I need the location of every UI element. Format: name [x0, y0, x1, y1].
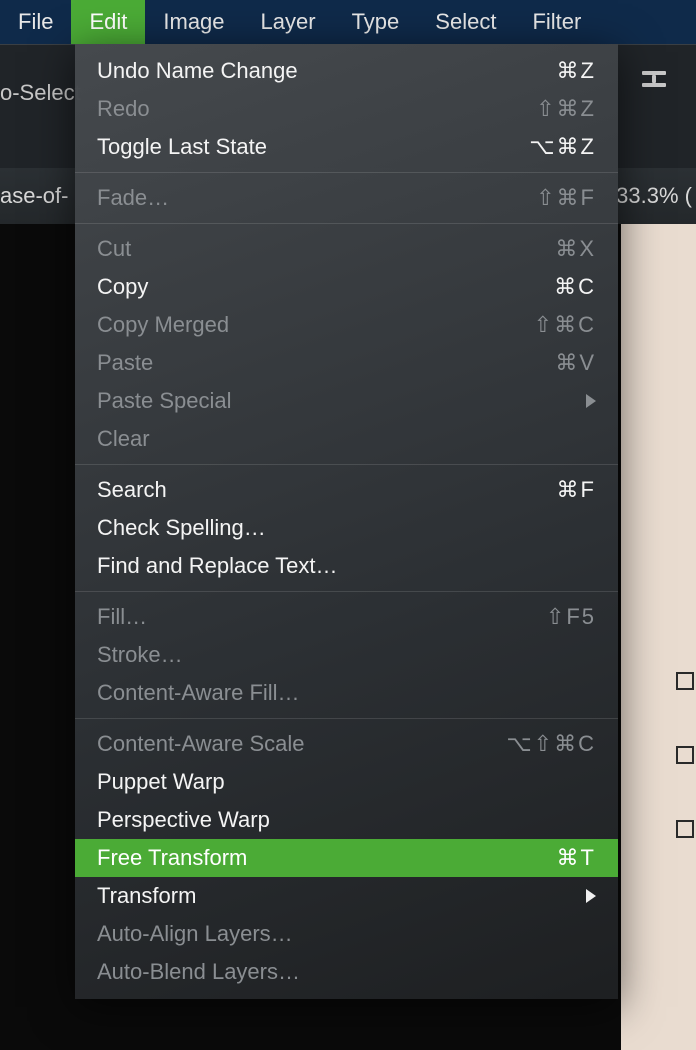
menu-item-fill: Fill…⇧F5 — [75, 598, 618, 636]
menubar: FileEditImageLayerTypeSelectFilter — [0, 0, 696, 44]
menu-item-paste-special: Paste Special — [75, 382, 618, 420]
menu-item-perspective-warp[interactable]: Perspective Warp — [75, 801, 618, 839]
menu-item-shortcut: ⌥⇧⌘C — [506, 731, 596, 757]
menu-item-free-transform[interactable]: Free Transform⌘T — [75, 839, 618, 877]
menu-item-shortcut: ⌘F — [557, 477, 596, 503]
menu-item-label: Puppet Warp — [97, 769, 596, 795]
menu-filter[interactable]: Filter — [514, 0, 599, 44]
menu-separator — [75, 223, 618, 224]
menu-item-clear: Clear — [75, 420, 618, 458]
menu-image[interactable]: Image — [145, 0, 242, 44]
menu-separator — [75, 718, 618, 719]
menu-item-shortcut: ⌘C — [554, 274, 596, 300]
menu-item-label: Content-Aware Scale — [97, 731, 506, 757]
menu-item-shortcut: ⌘T — [557, 845, 596, 871]
menu-layer[interactable]: Layer — [243, 0, 334, 44]
menu-item-label: Toggle Last State — [97, 134, 529, 160]
menu-item-label: Perspective Warp — [97, 807, 596, 833]
canvas-document[interactable] — [621, 224, 696, 1050]
menu-item-label: Check Spelling… — [97, 515, 596, 541]
menu-item-label: Clear — [97, 426, 596, 452]
menu-item-redo: Redo⇧⌘Z — [75, 90, 618, 128]
menu-item-transform[interactable]: Transform — [75, 877, 618, 915]
menu-item-cut: Cut⌘X — [75, 230, 618, 268]
menu-item-label: Search — [97, 477, 557, 503]
menu-item-shortcut: ⌘V — [555, 350, 596, 376]
panel-checkbox[interactable] — [676, 672, 694, 690]
menu-type[interactable]: Type — [334, 0, 418, 44]
menu-item-label: Copy — [97, 274, 554, 300]
menu-item-shortcut: ⇧⌘C — [534, 312, 596, 338]
menu-item-label: Fade… — [97, 185, 536, 211]
document-tab-filename[interactable]: ase-of- — [0, 168, 68, 224]
menu-item-stroke: Stroke… — [75, 636, 618, 674]
menu-edit[interactable]: Edit — [71, 0, 145, 44]
menu-item-shortcut: ⇧F5 — [546, 604, 596, 630]
menu-separator — [75, 464, 618, 465]
menu-file[interactable]: File — [0, 0, 71, 44]
menu-item-label: Paste Special — [97, 388, 586, 414]
submenu-arrow-icon — [586, 889, 596, 903]
menu-item-check-spelling[interactable]: Check Spelling… — [75, 509, 618, 547]
menu-item-label: Undo Name Change — [97, 58, 557, 84]
menu-item-copy-merged: Copy Merged⇧⌘C — [75, 306, 618, 344]
menu-item-shortcut: ⌘Z — [557, 58, 596, 84]
menu-item-label: Fill… — [97, 604, 546, 630]
menu-item-fade: Fade…⇧⌘F — [75, 179, 618, 217]
menu-item-label: Cut — [97, 236, 555, 262]
edit-menu-dropdown: Undo Name Change⌘ZRedo⇧⌘ZToggle Last Sta… — [75, 44, 618, 999]
submenu-arrow-icon — [586, 394, 596, 408]
menu-item-copy[interactable]: Copy⌘C — [75, 268, 618, 306]
menu-item-undo-name-change[interactable]: Undo Name Change⌘Z — [75, 52, 618, 90]
menu-item-label: Find and Replace Text… — [97, 553, 596, 579]
menu-item-auto-align-layers: Auto-Align Layers… — [75, 915, 618, 953]
menu-item-shortcut: ⌘X — [555, 236, 596, 262]
menu-item-toggle-last-state[interactable]: Toggle Last State⌥⌘Z — [75, 128, 618, 166]
menu-item-label: Transform — [97, 883, 586, 909]
menu-item-auto-blend-layers: Auto-Blend Layers… — [75, 953, 618, 991]
menu-item-label: Auto-Align Layers… — [97, 921, 596, 947]
menu-item-content-aware-scale: Content-Aware Scale⌥⇧⌘C — [75, 725, 618, 763]
menu-item-paste: Paste⌘V — [75, 344, 618, 382]
menu-separator — [75, 591, 618, 592]
menu-item-content-aware-fill: Content-Aware Fill… — [75, 674, 618, 712]
menu-item-search[interactable]: Search⌘F — [75, 471, 618, 509]
menu-item-label: Copy Merged — [97, 312, 534, 338]
menu-separator — [75, 172, 618, 173]
menu-item-label: Free Transform — [97, 845, 557, 871]
panel-checkbox[interactable] — [676, 820, 694, 838]
menu-select[interactable]: Select — [417, 0, 514, 44]
menu-item-label: Auto-Blend Layers… — [97, 959, 596, 985]
document-tab-zoom: 33.3% ( — [616, 168, 692, 224]
menu-item-label: Paste — [97, 350, 555, 376]
menu-item-label: Stroke… — [97, 642, 596, 668]
menu-item-label: Redo — [97, 96, 536, 122]
menu-item-label: Content-Aware Fill… — [97, 680, 596, 706]
menu-item-shortcut: ⇧⌘F — [536, 185, 596, 211]
menu-item-puppet-warp[interactable]: Puppet Warp — [75, 763, 618, 801]
panel-checkbox[interactable] — [676, 746, 694, 764]
auto-select-label: o-Select — [0, 80, 81, 106]
align-left-edges-icon[interactable] — [642, 71, 666, 93]
menu-item-find-and-replace-text[interactable]: Find and Replace Text… — [75, 547, 618, 585]
menu-item-shortcut: ⌥⌘Z — [529, 134, 596, 160]
menu-item-shortcut: ⇧⌘Z — [536, 96, 596, 122]
